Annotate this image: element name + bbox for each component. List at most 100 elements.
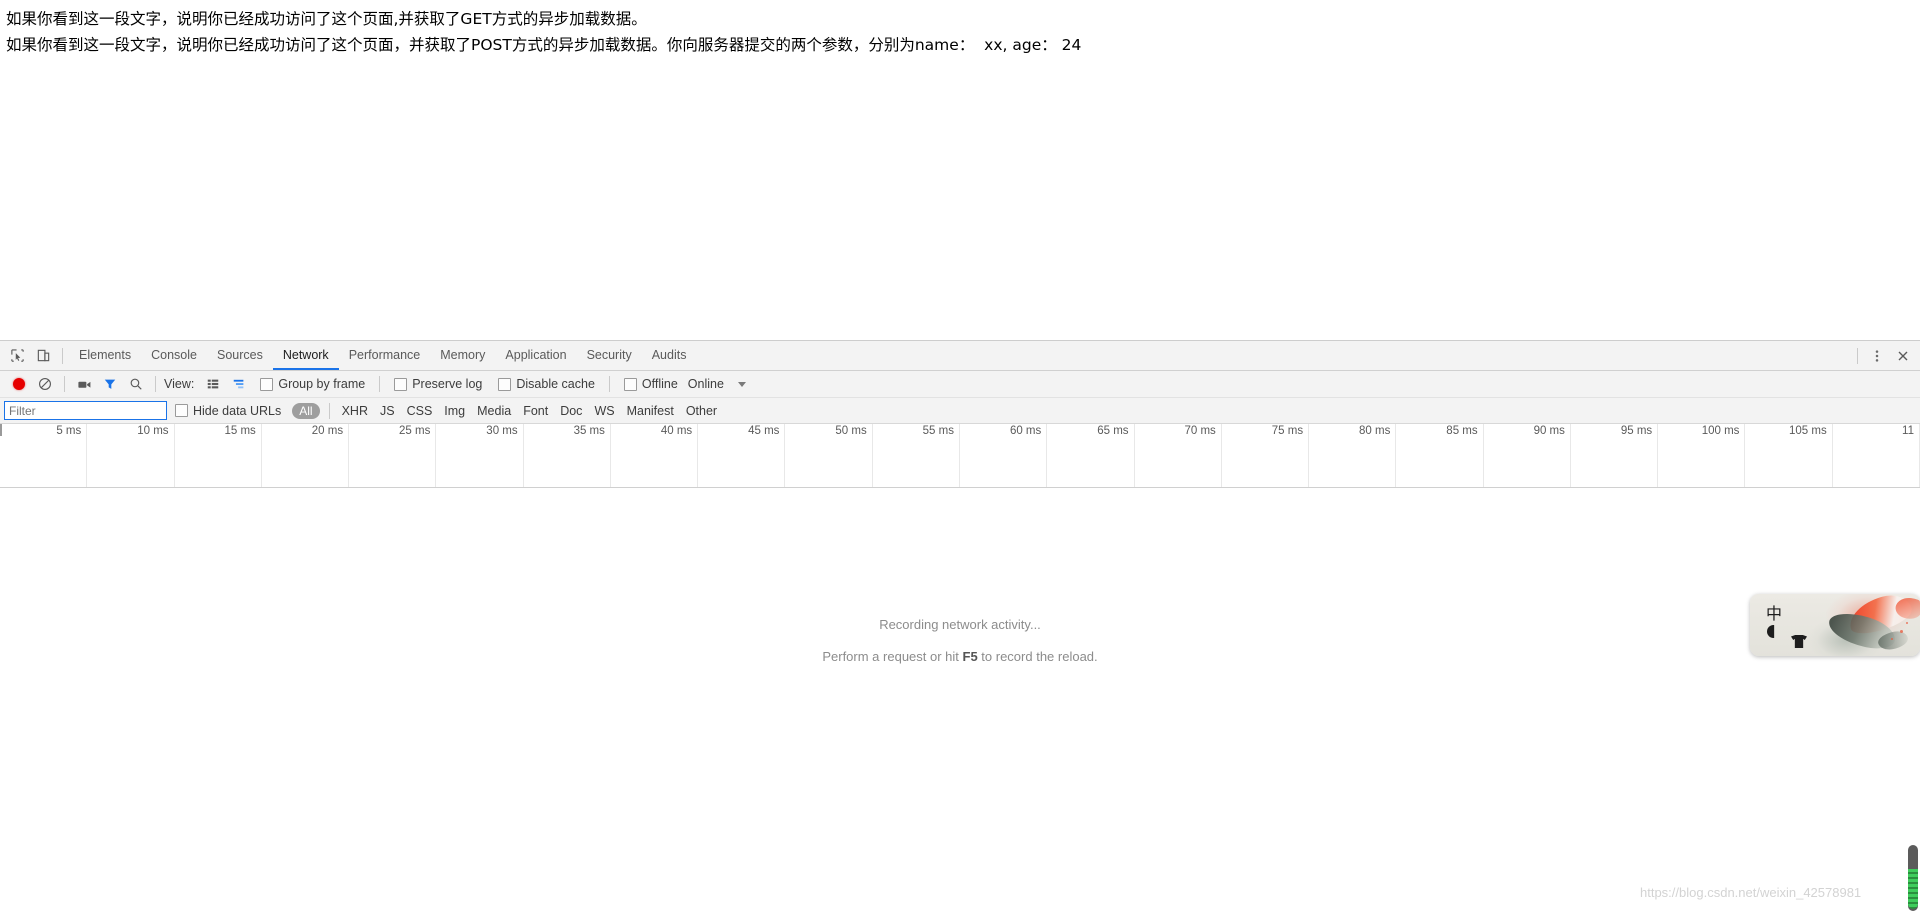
timeline-tick-label: 85 ms: [1446, 425, 1478, 437]
empty-state-sub-suffix: to record the reload.: [977, 649, 1098, 664]
page-scrollbar[interactable]: [1906, 845, 1920, 911]
network-toolbar: View: Group by frame Preserve log Disabl…: [0, 371, 1920, 398]
more-options-icon[interactable]: [1864, 343, 1890, 369]
record-icon[interactable]: [6, 371, 32, 397]
search-icon[interactable]: [123, 371, 149, 397]
offline-label: Offline: [641, 377, 678, 391]
timeline-tick-label: 105 ms: [1789, 425, 1827, 437]
ime-language-indicator[interactable]: 中: [1766, 600, 1782, 624]
toolbar-divider-3: [379, 376, 381, 392]
timeline-tick-label: 11: [1902, 425, 1914, 437]
page-text-line-get: 如果你看到这一段文字，说明你已经成功访问了这个页面,并获取了GET方式的异步加载…: [6, 10, 647, 28]
filter-type-manifest[interactable]: Manifest: [621, 404, 680, 418]
filter-type-doc[interactable]: Doc: [554, 404, 588, 418]
hide-data-urls-label: Hide data URLs: [193, 403, 282, 418]
timeline-tick-label: 60 ms: [1009, 425, 1042, 437]
timeline-tick-label: 65 ms: [1097, 425, 1129, 437]
timeline-tick-label: 25 ms: [399, 425, 431, 437]
page-content: 如果你看到这一段文字，说明你已经成功访问了这个页面,并获取了GET方式的异步加载…: [0, 0, 1920, 58]
network-filterbar: Hide data URLs All XHR JS CSS Img Media …: [0, 398, 1920, 424]
capture-screenshots-icon[interactable]: [71, 371, 97, 397]
close-icon[interactable]: [1890, 343, 1916, 369]
timeline-tick-label: 5 ms: [56, 425, 82, 437]
tab-performance[interactable]: Performance: [339, 341, 431, 370]
devtools-tabbar: Elements Console Sources Network Perform…: [0, 341, 1920, 371]
filterbar-divider: [328, 402, 330, 419]
group-by-frame-checkbox[interactable]: Group by frame: [260, 377, 365, 391]
disable-cache-checkbox[interactable]: Disable cache: [498, 377, 595, 391]
filter-type-js[interactable]: JS: [374, 404, 401, 418]
filter-type-font[interactable]: Font: [517, 404, 554, 418]
timeline-tick-label: 30 ms: [486, 425, 518, 437]
network-timeline[interactable]: 5 ms 10 ms 15 ms 20 ms 25 ms 30 ms 35 ms 40 ms 4…: [0, 424, 1920, 488]
view-waterfall-icon[interactable]: [226, 371, 252, 397]
view-list-icon[interactable]: [200, 371, 226, 397]
empty-state-subtitle: Perform a request or hit F5 to record th…: [0, 643, 1920, 671]
inspect-element-icon[interactable]: [4, 343, 30, 369]
timeline-tick-label: 75 ms: [1271, 425, 1304, 437]
timeline-tick-label: 40 ms: [660, 425, 693, 437]
timeline-tick-label: 20 ms: [311, 425, 344, 437]
filter-type-img[interactable]: Img: [438, 404, 471, 418]
filter-input[interactable]: [4, 401, 167, 420]
watermark: https://blog.csdn.net/weixin_42578981: [1640, 885, 1862, 900]
checkbox-box: [623, 377, 637, 391]
hide-data-urls-checkbox[interactable]: Hide data URLs: [175, 404, 281, 418]
group-by-frame-label: Group by frame: [278, 377, 366, 391]
toolbar-divider-1: [64, 376, 65, 392]
network-empty-state: Recording network activity... Perform a …: [0, 611, 1920, 671]
tab-audits[interactable]: Audits: [642, 341, 697, 370]
clear-icon[interactable]: [32, 371, 58, 397]
filter-type-other[interactable]: Other: [680, 404, 723, 418]
toolbar-divider-2: [155, 376, 156, 392]
record-dot: [13, 378, 25, 390]
filter-icon[interactable]: [97, 371, 123, 397]
filter-type-all[interactable]: All: [292, 402, 320, 419]
tab-elements[interactable]: Elements: [69, 341, 141, 370]
tab-network[interactable]: Network: [273, 341, 339, 370]
filter-type-css[interactable]: CSS: [401, 404, 439, 418]
timeline-tick-label: 55 ms: [922, 425, 954, 437]
ime-floating-toolbar[interactable]: 中: [1750, 594, 1920, 656]
checkbox-box: [394, 377, 408, 391]
page-text-line-post: 如果你看到这一段文字，说明你已经成功访问了这个页面，并获取了POST方式的异步加…: [6, 36, 1082, 54]
tabbar-right-controls: [1851, 341, 1916, 371]
koi-speck: [1891, 638, 1893, 640]
screen: 如果你看到这一段文字，说明你已经成功访问了这个页面,并获取了GET方式的异步加载…: [0, 0, 1920, 911]
tab-application[interactable]: Application: [495, 341, 576, 370]
tab-sources[interactable]: Sources: [207, 341, 273, 370]
timeline-tick-label: 35 ms: [573, 425, 605, 437]
preserve-log-label: Preserve log: [412, 377, 483, 391]
filter-type-ws[interactable]: WS: [588, 404, 620, 418]
tab-console[interactable]: Console: [141, 341, 207, 370]
checkbox-box: [498, 377, 512, 391]
timeline-tick-label: 90 ms: [1533, 425, 1565, 437]
timeline-tick-label: 80 ms: [1359, 425, 1391, 437]
preserve-log-checkbox[interactable]: Preserve log: [394, 377, 482, 391]
empty-state-sub-prefix: Perform a request or hit: [822, 649, 963, 664]
timeline-tick-label: 45 ms: [748, 425, 780, 437]
tab-memory[interactable]: Memory: [430, 341, 495, 370]
tabbar-divider: [62, 347, 63, 364]
offline-checkbox[interactable]: Offline: [623, 377, 678, 391]
view-label: View:: [164, 377, 195, 391]
throttling-value[interactable]: Online: [688, 377, 724, 391]
koi-speck: [1900, 630, 1903, 633]
tab-security[interactable]: Security: [577, 341, 642, 370]
koi-speck: [1906, 622, 1908, 624]
empty-state-key: F5: [962, 649, 978, 664]
checkbox-box: [260, 377, 274, 391]
filter-type-media[interactable]: Media: [471, 404, 517, 418]
chevron-down-icon[interactable]: [737, 381, 746, 387]
scrollbar-green-marker: [1908, 869, 1918, 909]
timeline-tick-label: 15 ms: [224, 425, 256, 437]
toolbar-divider-4: [608, 376, 610, 392]
checkbox-box: [175, 404, 188, 417]
timeline-tick-label: 95 ms: [1620, 425, 1653, 437]
timeline-tick-label: 50 ms: [835, 425, 867, 437]
tabbar-right-divider: [1857, 348, 1858, 364]
device-toolbar-icon[interactable]: [30, 343, 56, 369]
timeline-tick-label: 70 ms: [1184, 425, 1216, 437]
filter-type-xhr[interactable]: XHR: [336, 404, 374, 418]
empty-state-title: Recording network activity...: [879, 617, 1041, 632]
